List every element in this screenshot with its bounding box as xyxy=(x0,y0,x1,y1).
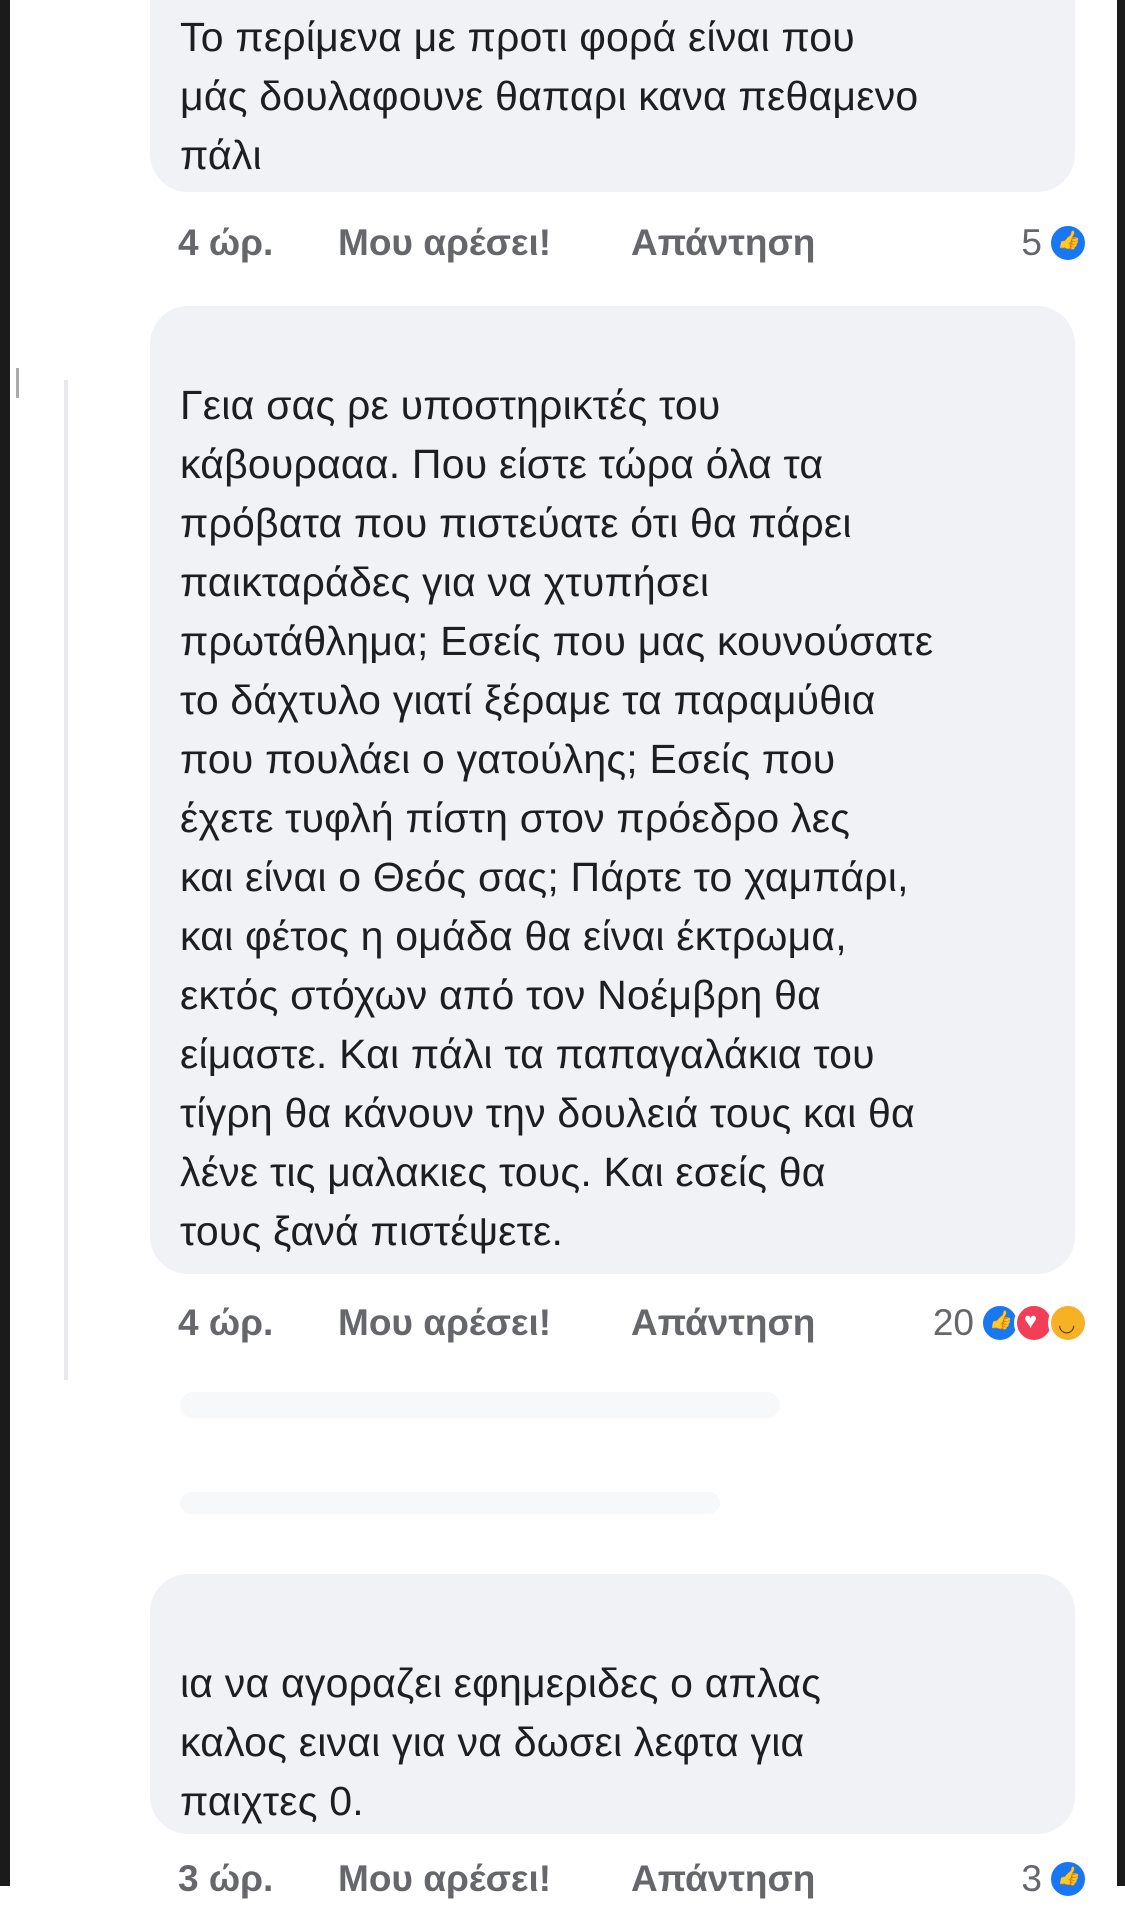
reaction-count: 20 xyxy=(932,1302,974,1343)
comment-bubble: ια να αγοραζει εφημεριδες ο απλας καλος … xyxy=(150,1574,1075,1834)
reply-button[interactable]: Απάντηση xyxy=(631,1858,815,1900)
comment-bubble: Γεια σας ρε υποστηρικτές του κάβουρααα. … xyxy=(150,306,1075,1274)
like-button[interactable]: Μου αρέσει! xyxy=(338,1858,551,1900)
screenshot-frame-left xyxy=(0,0,10,1886)
comment-timestamp[interactable]: 4 ώρ. xyxy=(178,222,273,264)
comment-text: Το περίμενα με προτι φορά είναι που μάς … xyxy=(180,14,919,178)
faded-placeholder xyxy=(180,1492,720,1514)
like-icon xyxy=(1048,223,1088,263)
reaction-count: 5 xyxy=(1021,222,1042,263)
comment-actions: 4 ώρ. Μου αρέσει! Απάντηση 5 xyxy=(178,222,1088,274)
like-button[interactable]: Μου αρέσει! xyxy=(338,222,551,264)
reaction-summary[interactable]: 5 xyxy=(1021,222,1088,264)
reply-button[interactable]: Απάντηση xyxy=(631,222,815,264)
comment-actions: 3 ώρ. Μου αρέσει! Απάντηση 3 xyxy=(178,1858,1088,1910)
haha-icon xyxy=(1048,1303,1088,1343)
reply-button[interactable]: Απάντηση xyxy=(631,1302,815,1344)
reaction-summary[interactable]: 20 xyxy=(933,1302,1088,1344)
faded-placeholder xyxy=(180,1392,780,1418)
comment-text: ια να αγοραζει εφημεριδες ο απλας καλος … xyxy=(180,1660,822,1824)
comment-bubble: Το περίμενα με προτι φορά είναι που μάς … xyxy=(150,0,1075,192)
like-icon xyxy=(1048,1859,1088,1899)
comment-timestamp[interactable]: 3 ώρ. xyxy=(178,1858,273,1900)
reaction-summary[interactable]: 3 xyxy=(1021,1858,1088,1900)
screenshot-frame-right xyxy=(1117,0,1125,1886)
thread-indicator xyxy=(16,368,19,398)
reply-thread-line xyxy=(64,380,68,1380)
like-button[interactable]: Μου αρέσει! xyxy=(338,1302,551,1344)
reaction-count: 3 xyxy=(1021,1858,1042,1899)
comment-timestamp[interactable]: 4 ώρ. xyxy=(178,1302,273,1344)
comment-text: Γεια σας ρε υποστηρικτές του κάβουρααα. … xyxy=(180,382,934,1254)
comment-actions: 4 ώρ. Μου αρέσει! Απάντηση 20 xyxy=(178,1302,1088,1354)
